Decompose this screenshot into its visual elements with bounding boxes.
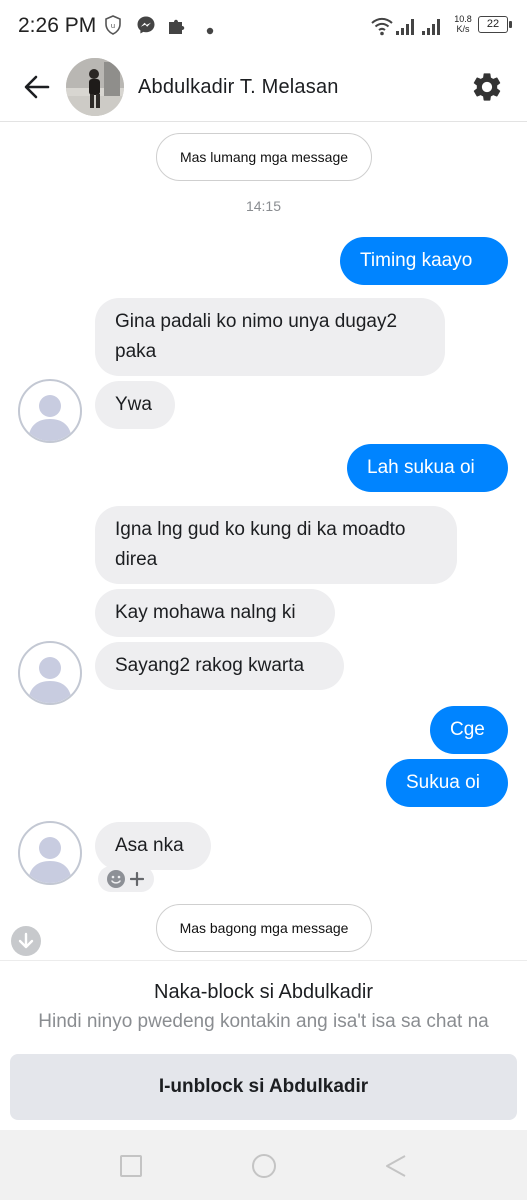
settings-button[interactable] bbox=[470, 70, 504, 104]
message-timestamp: 14:15 bbox=[245, 198, 282, 214]
contact-name[interactable]: Abdulkadir T. Melasan bbox=[138, 76, 339, 99]
status-time: 2:26 PM bbox=[18, 14, 97, 37]
system-navigation-bar bbox=[0, 1130, 527, 1200]
contact-avatar[interactable] bbox=[66, 58, 124, 116]
blocked-notice: Naka-block si Abdulkadir Hindi ninyo pwe… bbox=[0, 960, 527, 1130]
outgoing-message[interactable]: Lah sukua oi bbox=[347, 444, 508, 492]
status-bar: 2:26 PM u 10.8 K/s 22 bbox=[0, 0, 527, 52]
add-reaction-button[interactable] bbox=[98, 866, 154, 892]
conversation-header: Abdulkadir T. Melasan bbox=[0, 52, 527, 122]
arrow-down-icon bbox=[16, 931, 36, 956]
newer-messages-button[interactable]: Mas bagong mga message bbox=[156, 904, 372, 952]
network-speed-value: 10.8 bbox=[454, 14, 472, 24]
back-button[interactable] bbox=[20, 70, 54, 104]
back-arrow-icon bbox=[20, 75, 54, 108]
incoming-message[interactable]: Igna lng gud ko kung di ka moadto direa bbox=[95, 506, 457, 584]
outgoing-message[interactable]: Cge bbox=[430, 706, 508, 754]
gear-icon bbox=[470, 73, 504, 108]
network-speed: 10.8 K/s bbox=[452, 14, 474, 34]
back-icon bbox=[382, 1155, 410, 1184]
nav-back-button[interactable] bbox=[382, 1152, 410, 1180]
contact-avatar-small[interactable] bbox=[18, 379, 82, 443]
older-messages-button[interactable]: Mas lumang mga message bbox=[156, 133, 372, 181]
outgoing-message[interactable]: Timing kaayo bbox=[340, 237, 508, 285]
plus-icon bbox=[129, 871, 145, 891]
battery-indicator: 22 bbox=[478, 16, 512, 33]
contact-avatar-small[interactable] bbox=[18, 641, 82, 705]
message-list[interactable]: Mas lumang mga message 14:15 Timing kaay… bbox=[0, 123, 527, 958]
outgoing-message[interactable]: Sukua oi bbox=[386, 759, 508, 807]
wifi-icon bbox=[370, 16, 394, 41]
incoming-message[interactable]: Ywa bbox=[95, 381, 175, 429]
incoming-message[interactable]: Kay mohawa nalng ki bbox=[95, 589, 335, 637]
smiley-icon bbox=[106, 869, 126, 894]
incoming-message[interactable]: Asa nka bbox=[95, 822, 211, 870]
home-button[interactable] bbox=[250, 1152, 278, 1180]
recent-apps-icon bbox=[117, 1155, 145, 1184]
dot-icon bbox=[206, 22, 214, 40]
contact-avatar-small[interactable] bbox=[18, 821, 82, 885]
incoming-message[interactable]: Sayang2 rakog kwarta bbox=[95, 642, 344, 690]
network-speed-unit: K/s bbox=[456, 24, 470, 34]
incoming-message[interactable]: Gina padali ko nimo unya dugay2 paka bbox=[95, 298, 445, 376]
blocked-title: Naka-block si Abdulkadir bbox=[154, 981, 373, 1003]
svg-text:u: u bbox=[111, 22, 115, 30]
messenger-icon bbox=[136, 15, 156, 40]
recent-apps-button[interactable] bbox=[117, 1152, 145, 1180]
shield-icon: u bbox=[104, 15, 122, 40]
home-icon bbox=[250, 1154, 278, 1184]
scroll-down-button[interactable] bbox=[11, 926, 41, 956]
unblock-button[interactable]: I-unblock si Abdulkadir bbox=[10, 1054, 517, 1120]
blocked-subtitle: Hindi ninyo pwedeng kontakin ang isa't i… bbox=[38, 1011, 489, 1032]
puzzle-icon bbox=[166, 15, 188, 40]
signal-icon bbox=[396, 16, 444, 41]
